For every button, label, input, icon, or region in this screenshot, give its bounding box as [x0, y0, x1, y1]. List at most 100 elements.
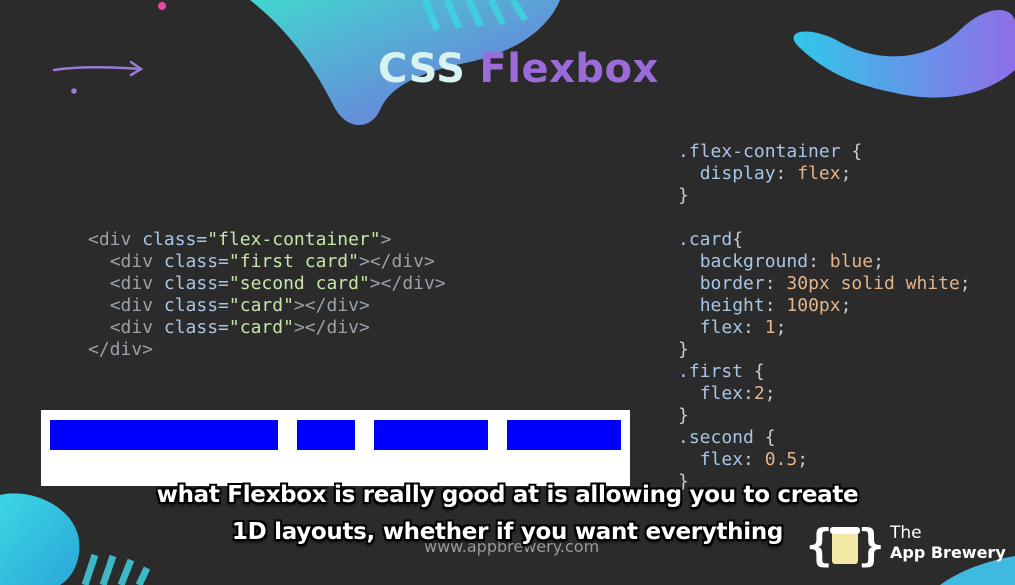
css-code-line: }: [678, 405, 971, 427]
code-string: "flex-container": [207, 229, 381, 250]
html-code-block: <div class="flex-container"> <div class=…: [88, 229, 446, 361]
html-code-line: <div class="first card"></div>: [88, 251, 446, 273]
css-colon: :: [743, 383, 754, 404]
css-colon: :: [743, 449, 765, 470]
code-attr: class=: [142, 229, 208, 250]
css-property: flex: [699, 383, 744, 404]
code-tag: div>: [402, 273, 446, 294]
code-tag: <div: [109, 251, 164, 272]
right-wave-shape: [793, 9, 1015, 98]
title-css: CSS: [378, 46, 466, 92]
css-value: 100px: [786, 295, 841, 316]
css-code-line: }: [678, 339, 971, 361]
css-code-line: display: flex;: [678, 163, 971, 185]
code-string: "card": [228, 317, 294, 338]
flex-card-second: [297, 420, 355, 450]
code-string: "second card": [228, 273, 370, 294]
css-code-line: flex: 1;: [678, 317, 971, 339]
css-code-line: .second {: [678, 427, 971, 449]
css-value: 2: [753, 383, 765, 404]
code-tag: div>: [326, 295, 370, 316]
arrow-doodle: [52, 60, 144, 77]
flex-demo-container: [41, 410, 630, 486]
css-property: flex: [699, 317, 744, 338]
css-value: 1: [764, 317, 776, 338]
css-code-line: flex:2;: [678, 383, 971, 405]
css-property: background: [699, 251, 809, 272]
css-code-line: }: [678, 185, 971, 207]
code-tag: div>: [326, 317, 370, 338]
html-code-line: <div class="flex-container">: [88, 229, 446, 251]
slide-title: CSS Flexbox: [378, 46, 659, 92]
code-tag: >: [380, 229, 392, 250]
doodle-dot: [71, 88, 77, 94]
code-tag: ></: [369, 273, 403, 294]
code-tag: <div: [109, 295, 164, 316]
css-selector: .first: [678, 361, 744, 382]
css-colon: :: [764, 273, 787, 294]
css-semicolon: ;: [764, 383, 776, 404]
css-code-block: .flex-container { display: flex;} .card{…: [678, 141, 971, 493]
css-code-line: .card{: [678, 229, 971, 251]
code-tag: </div>: [88, 339, 154, 360]
css-selector: .flex-container: [678, 141, 841, 162]
code-tag: <div: [109, 317, 164, 338]
code-string: "card": [228, 295, 294, 316]
html-code-line: <div class="second card"></div>: [88, 273, 446, 295]
html-code-line: </div>: [88, 339, 446, 361]
css-semicolon: ;: [959, 273, 971, 294]
code-tag: ></: [358, 251, 392, 272]
flex-card-card: [506, 420, 621, 450]
css-code-line: .first {: [678, 361, 971, 383]
app-brewery-logo-icon: { }: [806, 520, 885, 571]
css-brace: {: [753, 427, 776, 448]
code-string: "first card": [228, 251, 359, 272]
css-brace: }: [678, 339, 689, 360]
css-brace: }: [678, 185, 689, 206]
css-brace: {: [732, 229, 744, 250]
css-semicolon: ;: [797, 449, 809, 470]
css-colon: :: [743, 317, 765, 338]
css-value: 0.5: [764, 449, 798, 470]
css-selector: .card: [678, 229, 733, 250]
css-selector: .second: [678, 427, 754, 448]
css-value: blue: [829, 251, 874, 272]
code-tag: <div: [109, 273, 164, 294]
css-property: border: [699, 273, 765, 294]
css-code-line: [678, 207, 971, 229]
flex-card-first: [50, 420, 279, 450]
brand-line-2: App Brewery: [890, 543, 1006, 562]
html-code-line: <div class="card"></div>: [88, 317, 446, 339]
flex-card-card: [373, 420, 488, 450]
css-colon: :: [808, 251, 830, 272]
css-property: display: [699, 163, 776, 184]
css-brace: }: [678, 405, 689, 426]
code-attr: class=: [163, 273, 229, 294]
code-tag: ></: [293, 317, 327, 338]
svg-text:}: }: [858, 520, 885, 571]
html-code-line: <div class="card"></div>: [88, 295, 446, 317]
css-semicolon: ;: [840, 295, 852, 316]
css-code-line: .flex-container {: [678, 141, 971, 163]
css-colon: :: [764, 295, 787, 316]
css-property: flex: [699, 449, 744, 470]
code-tag: div>: [391, 251, 435, 272]
css-code-line: border: 30px solid white;: [678, 273, 971, 295]
brand-line-1: The: [890, 523, 922, 543]
css-value: 30px solid white: [786, 273, 960, 294]
css-code-line: height: 100px;: [678, 295, 971, 317]
code-attr: class=: [163, 295, 229, 316]
code-tag: <div: [88, 229, 143, 250]
svg-text:{: {: [806, 520, 833, 571]
code-attr: class=: [163, 317, 229, 338]
css-colon: :: [775, 163, 798, 184]
css-brace: {: [743, 361, 765, 382]
css-semicolon: ;: [840, 163, 852, 184]
css-semicolon: ;: [873, 251, 884, 272]
code-attr: class=: [163, 251, 229, 272]
css-code-line: background: blue;: [678, 251, 971, 273]
css-property: height: [699, 295, 765, 316]
title-flexbox: Flexbox: [479, 46, 659, 92]
bottom-stripes: [81, 553, 151, 585]
brand-name: The App Brewery: [890, 523, 1006, 563]
